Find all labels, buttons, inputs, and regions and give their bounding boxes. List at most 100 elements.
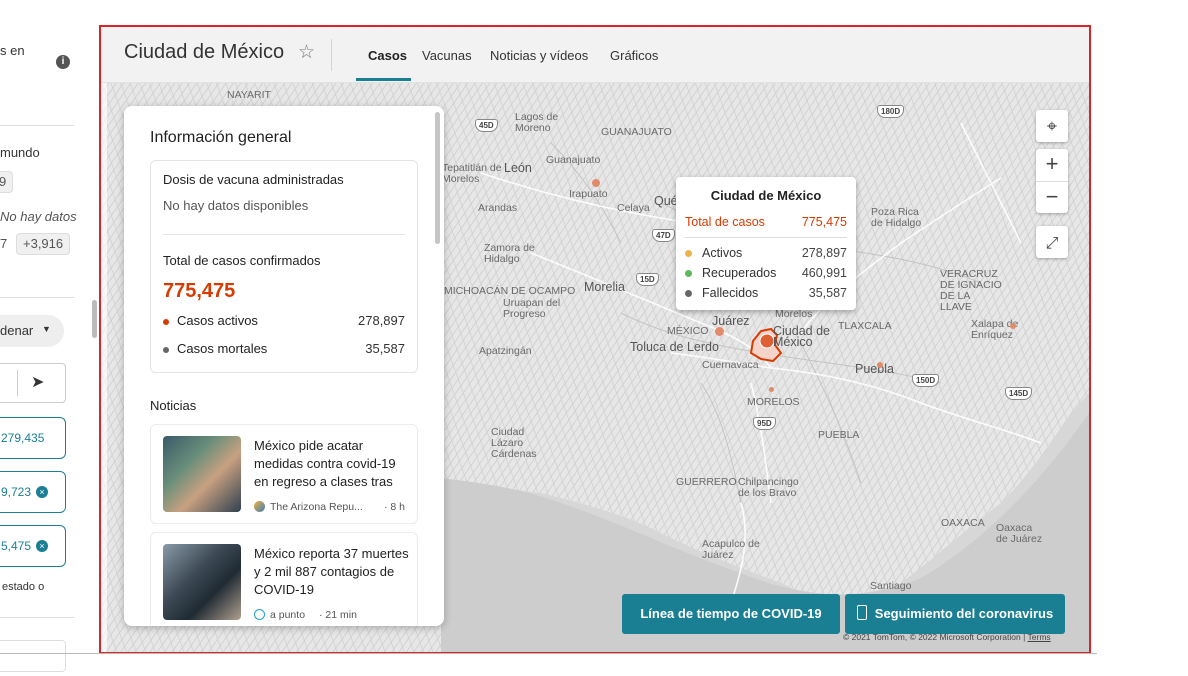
news-source: a punto [254, 609, 305, 621]
divider [163, 234, 405, 235]
card-scrollbar[interactable] [435, 112, 440, 244]
filter-chip[interactable]: 279,435 [0, 417, 66, 459]
info-icon[interactable]: i [56, 55, 70, 69]
highway-shield: 45D [475, 119, 498, 132]
active-bullet-icon [685, 250, 692, 258]
case-marker[interactable] [877, 362, 883, 368]
tab-noticias[interactable]: Noticias y vídeos [490, 48, 588, 63]
fullscreen-button[interactable]: ⤢ [1036, 226, 1068, 258]
map-attribution: © 2021 TomTom, © 2022 Microsoft Corporat… [843, 632, 1051, 642]
news-source: The Arizona Repu... [254, 501, 363, 513]
city-stats-popup: Ciudad de México Total de casos 775,475 … [676, 177, 856, 310]
case-marker[interactable] [592, 179, 600, 187]
list-card[interactable] [0, 640, 66, 672]
map-label: Puebla [855, 362, 894, 376]
map-label: Zamora de Hidalgo [484, 242, 535, 265]
news-thumbnail [163, 436, 241, 512]
stat-delta-chip: +3,916 [16, 233, 71, 255]
map-label: Arandas [478, 202, 518, 214]
divider [685, 237, 847, 238]
chevron-down-icon: ▼ [42, 324, 51, 334]
popup-row-value: 278,897 [801, 246, 847, 260]
side-panel: s en i mundo 9 No hay datos 7 +3,916 den… [0, 0, 98, 676]
tab-casos[interactable]: Casos [368, 48, 407, 63]
news-title: México pide acatar medidas contra covid-… [254, 438, 396, 489]
close-icon[interactable]: × [36, 540, 48, 552]
stat-value: 7 [0, 236, 8, 251]
map-label: MÉXICO [667, 325, 709, 337]
panel-header: Ciudad de México ☆ Casos Vacunas Noticia… [101, 27, 1089, 83]
confirmed-total: 775,475 [163, 280, 236, 302]
page-title: Ciudad de México [124, 41, 285, 63]
divider [17, 370, 18, 396]
zoom-in-button[interactable]: + [1036, 149, 1068, 181]
map-label: NAYARIT [227, 89, 271, 101]
map-label: Lagos de Moreno [515, 111, 559, 134]
tracker-label: Seguimiento del coronavirus [874, 606, 1054, 621]
map-label: Celaya [617, 202, 650, 214]
news-age: · 8 h [383, 501, 405, 513]
popup-row-value: 35,587 [808, 286, 847, 300]
case-marker[interactable] [715, 327, 724, 336]
locate-arrow-icon[interactable]: ➤ [31, 372, 44, 392]
filter-chip[interactable]: 5,475 × [0, 525, 66, 567]
side-text-fragment: s en [0, 43, 25, 58]
zoom-out-button[interactable]: − [1036, 181, 1068, 214]
active-bullet-icon [163, 318, 169, 325]
star-icon[interactable]: ☆ [298, 41, 315, 64]
search-input[interactable]: ➤ [0, 363, 66, 403]
active-cases-row: Casos activos 278,897 [163, 313, 405, 328]
sort-label: denar [0, 323, 34, 338]
divider [0, 653, 1097, 654]
popup-row-label: Fallecidos [702, 286, 759, 300]
popup-total-value: 775,475 [801, 215, 847, 229]
map-label: PUEBLA [818, 429, 860, 441]
popup-row-active: Activos 278,897 [685, 246, 847, 260]
map-label: Irapuato [569, 188, 608, 200]
publisher-icon [254, 501, 265, 512]
case-marker[interactable] [769, 387, 774, 392]
side-scrollbar[interactable] [92, 300, 97, 338]
news-item[interactable]: México pide acatar medidas contra covid-… [150, 424, 418, 524]
active-tab-indicator [356, 78, 411, 81]
sort-dropdown[interactable]: denar ▼ [0, 315, 64, 347]
recovered-bullet-icon [685, 270, 692, 278]
map-label: Toluca de Lerdo [630, 340, 719, 354]
phone-icon [856, 605, 867, 620]
tab-graficos[interactable]: Gráficos [610, 48, 658, 63]
divider [0, 617, 74, 618]
copyright-text: © 2021 TomTom, © 2022 Microsoft Corporat… [843, 632, 1021, 642]
map-label: Qué [654, 194, 678, 208]
crosshair-icon: ⌖ [1046, 116, 1058, 136]
popup-row-value: 460,991 [801, 266, 847, 280]
coronavirus-tracker-button[interactable]: Seguimiento del coronavirus [845, 594, 1065, 634]
vaccine-title: Dosis de vacuna administradas [163, 172, 344, 187]
news-item[interactable]: México reporta 37 muertes y 2 mil 887 co… [150, 532, 418, 626]
map-label: GUERRERO [676, 476, 737, 488]
popup-row-label: Activos [702, 246, 743, 260]
close-icon[interactable]: × [36, 486, 48, 498]
deaths-bullet-icon [685, 290, 692, 298]
no-data-text: No hay datos [0, 209, 77, 224]
confirmed-title: Total de casos confirmados [163, 253, 321, 268]
news-source-name: a punto [270, 609, 306, 621]
map-label: León [504, 161, 532, 175]
filter-chip[interactable]: 9,723 × [0, 471, 66, 513]
map-label: Tepatitlán de Morelos [442, 162, 502, 185]
row-value: 278,897 [358, 313, 405, 328]
covid-timeline-button[interactable]: Línea de tiempo de COVID-19 [622, 594, 840, 634]
row-label: Casos mortales [177, 341, 268, 356]
map[interactable]: NAYARIT Lagos de Moreno GUANAJUATO Guana… [101, 83, 1089, 652]
news-heading: Noticias [150, 398, 197, 413]
row-value: 35,587 [365, 341, 405, 356]
map-label: Cuernavaca [702, 359, 759, 371]
locate-me-button[interactable]: ⌖ [1036, 110, 1068, 142]
tab-vacunas[interactable]: Vacunas [422, 48, 472, 63]
case-marker[interactable] [1010, 323, 1016, 329]
map-label: Uruapan del Progreso [503, 297, 561, 320]
overview-card: Información general Dosis de vacuna admi… [124, 106, 444, 626]
map-label: Chilpancingo de los Bravo [738, 476, 799, 499]
map-label: Guanajuato [546, 154, 601, 166]
popup-title: Ciudad de México [710, 188, 822, 203]
terms-link[interactable]: Terms [1028, 632, 1051, 642]
